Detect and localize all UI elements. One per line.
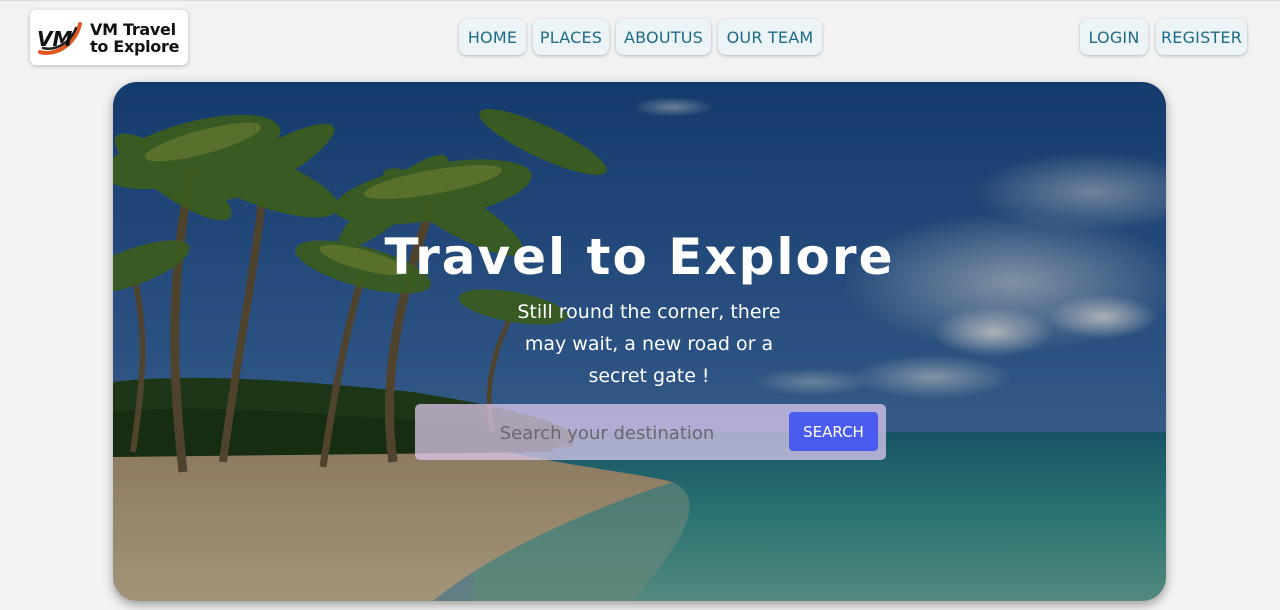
hero-title: Travel to Explore — [384, 228, 895, 286]
register-button[interactable]: REGISTER — [1156, 19, 1247, 55]
destination-search-input[interactable] — [425, 411, 789, 455]
brand-logo[interactable]: VM VM Travel to Explore — [30, 10, 188, 65]
search-bar: SEARCH — [415, 404, 886, 460]
brand-line-1: VM Travel — [90, 19, 176, 39]
brand-name: VM Travel to Explore — [90, 21, 179, 55]
login-button[interactable]: LOGIN — [1080, 19, 1148, 55]
nav-our-team[interactable]: OUR TEAM — [718, 19, 822, 55]
nav-home[interactable]: HOME — [459, 19, 526, 55]
logo-emblem-icon: VM — [33, 13, 87, 63]
logo-mark-text: VM — [37, 27, 72, 51]
site-header: VM VM Travel to Explore HOME PLACES ABOU… — [0, 0, 1280, 76]
brand-line-2: to Explore — [90, 36, 180, 56]
hero-banner: Travel to Explore Still round the corner… — [113, 82, 1166, 601]
nav-aboutus[interactable]: ABOUTUS — [616, 19, 711, 55]
hero-subtitle: Still round the corner, there may wait, … — [517, 301, 781, 387]
nav-places[interactable]: PLACES — [533, 19, 609, 55]
search-button[interactable]: SEARCH — [789, 412, 878, 451]
